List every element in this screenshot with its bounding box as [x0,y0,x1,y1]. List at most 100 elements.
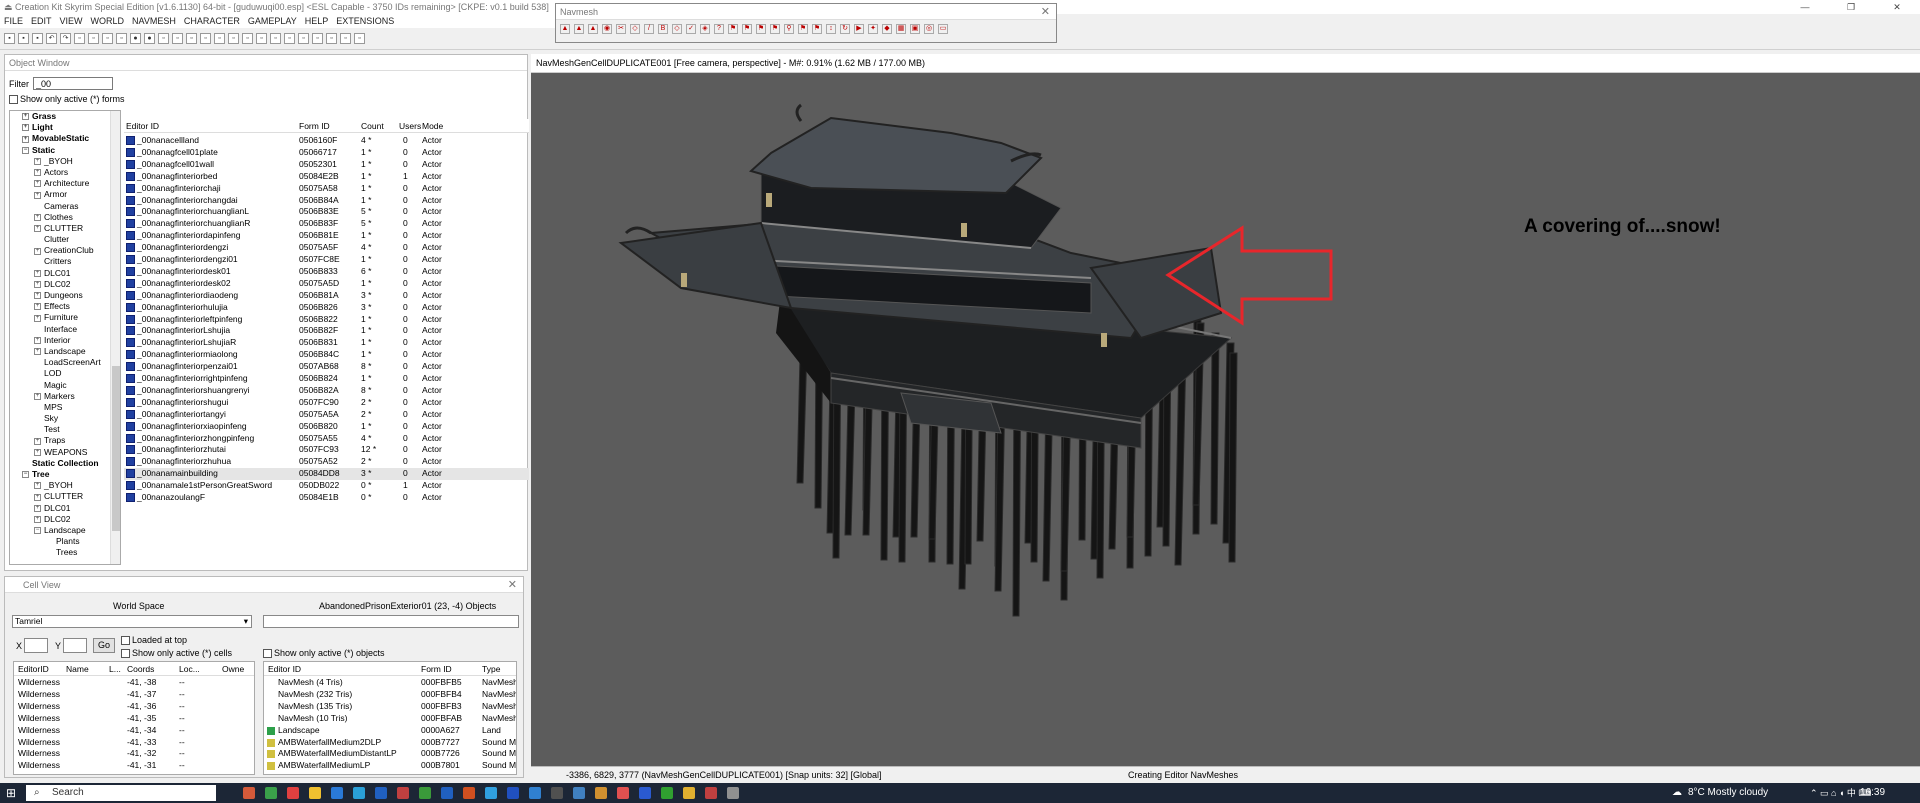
taskbar-app-icon[interactable] [353,787,365,799]
navmesh-cut-icon[interactable]: ✂ [616,24,626,34]
table-row[interactable]: _00nanagfinteriorLshujia 0506B82F 1 * 0 Acto… [124,325,529,337]
snap-ref-icon[interactable]: ▫ [270,33,281,44]
navmesh-flag-icon[interactable]: ⚑ [742,24,752,34]
tree-item[interactable]: + Dungeons [10,290,120,301]
object-window-icon[interactable]: ▫ [102,33,113,44]
show-active-forms-checkbox[interactable]: Show only active (*) forms [9,94,125,105]
col-editor-id[interactable]: Editor ID [268,662,301,676]
menu-view[interactable]: VIEW [60,14,83,28]
table-row[interactable]: _00nanagfcell01plate 05066717 1 * 0 Actor [124,147,529,159]
col-loc[interactable]: Loc... [179,662,200,676]
table-row[interactable]: _00nanagfinteriorLshujiaR 0506B831 1 * 0 Act… [124,337,529,349]
tree-item[interactable]: − Landscape [10,525,120,536]
menu-edit[interactable]: EDIT [31,14,52,28]
tree-item[interactable]: Interface [10,324,120,335]
table-row[interactable]: _00nanagfcell01wall 05052301 1 * 0 Actor [124,159,529,171]
table-row[interactable]: _00nanagfinteriorzhuhua 05075A52 2 * 0 Actor [124,456,529,468]
stop-icon[interactable]: ▫ [326,33,337,44]
table-row[interactable]: _00nanagfinteriorxiaopinfeng 0506B820 1 * 0… [124,421,529,433]
snap-angle-icon[interactable]: ▫ [256,33,267,44]
go-button[interactable]: Go [93,638,115,653]
taskbar-app-icon[interactable] [375,787,387,799]
taskbar-app-icon[interactable] [529,787,541,799]
tree-item[interactable]: + DLC01 [10,503,120,514]
cell-view-close-button[interactable]: ✕ [508,577,517,593]
collapse-icon[interactable]: − [22,146,29,154]
navmesh-find-icon[interactable]: ◇ [672,24,682,34]
play-icon[interactable]: ▫ [298,33,309,44]
weather-icon[interactable]: ☁ [1672,783,1682,803]
table-row[interactable]: _00nanagfinteriorzhongpinfeng 05075A55 4 *… [124,433,529,445]
cell-row[interactable]: Wilderness -41, -37 -- [14,689,254,701]
tree-item[interactable]: Critters [10,256,120,267]
tree-item[interactable]: + Landscape [10,346,120,357]
col-form-id[interactable]: Form ID [421,662,452,676]
comment-icon[interactable]: ▫ [228,33,239,44]
cell-row[interactable]: Wilderness -41, -38 -- [14,677,254,689]
expand-icon[interactable]: + [22,124,29,132]
navmesh-cover-icon[interactable]: ◈ [700,24,710,34]
navmesh-grid-icon[interactable]: ▦ [896,24,906,34]
taskbar-search[interactable]: ⌕ Search [26,785,216,801]
cell-object-row[interactable]: NavMesh (10 Tris) 000FBFAB NavMesh [264,713,516,725]
cell-row[interactable]: Wilderness -41, -35 -- [14,713,254,725]
tree-item[interactable]: Static Collection [10,458,120,469]
expand-icon[interactable]: + [34,169,41,177]
tree-item[interactable]: + Markers [10,391,120,402]
table-row[interactable]: _00nanagfinteriortangyi 05075A5A 2 * 0 Actor [124,409,529,421]
cell-row[interactable]: Wilderness -41, -34 -- [14,725,254,737]
expand-icon[interactable]: + [34,303,41,311]
col-form-id[interactable]: Form ID [299,119,330,133]
expand-icon[interactable]: + [34,191,41,199]
menu-character[interactable]: CHARACTER [184,14,240,28]
tree-item[interactable]: + Clothes [10,212,120,223]
tree-item[interactable]: + Grass [10,111,120,122]
taskbar-app-icon[interactable] [463,787,475,799]
expand-icon[interactable]: + [34,225,41,233]
expand-icon[interactable]: + [22,135,29,143]
taskbar-app-icon[interactable] [265,787,277,799]
expand-icon[interactable]: + [34,493,41,501]
navmesh-icon[interactable]: ▫ [116,33,127,44]
expand-icon[interactable]: + [34,448,41,456]
cell-object-row[interactable]: AMBWaterfallMediumLP 000B7801 Sound Mar [264,760,516,772]
taskbar-app-icon[interactable] [617,787,629,799]
col-l[interactable]: L... [109,662,121,676]
loaded-at-top-checkbox[interactable]: Loaded at top [121,635,187,646]
navmesh-flag-icon[interactable]: ⚑ [770,24,780,34]
tree-item[interactable]: LOD [10,368,120,379]
tree-item[interactable]: + CLUTTER [10,491,120,502]
taskbar-app-icon[interactable] [573,787,585,799]
render-window-icon[interactable]: ▫ [74,33,85,44]
expand-icon[interactable]: + [22,113,29,121]
y-input[interactable] [63,638,87,653]
navmesh-close-button[interactable]: ✕ [1041,4,1050,20]
link-icon[interactable]: ▫ [200,33,211,44]
tree-item[interactable]: + Furniture [10,312,120,323]
navmesh-star-icon[interactable]: ✦ [868,24,878,34]
tree-item[interactable]: + Architecture [10,178,120,189]
tree-item[interactable]: + DLC01 [10,268,120,279]
navmesh-flag-icon[interactable]: ⚑ [756,24,766,34]
tree-item[interactable]: + _BYOH [10,156,120,167]
taskbar-app-icon[interactable] [419,787,431,799]
undo-icon[interactable]: ↶ [46,33,57,44]
table-row[interactable]: _00nanagfinteriorshugui 0507FC90 2 * 0 Actor [124,397,529,409]
cell-view-icon[interactable]: ▫ [88,33,99,44]
menu-extensions[interactable]: EXTENSIONS [336,14,394,28]
table-row[interactable]: _00nanamale1stPersonGreatSword 050DB022 0 … [124,480,529,492]
redo-icon[interactable]: ↷ [60,33,71,44]
taskbar-app-icon[interactable] [309,787,321,799]
show-active-cells-checkbox[interactable]: Show only active (*) cells [121,648,232,659]
table-row[interactable]: _00nanagfinteriordesk01 0506B833 6 * 0 Actor [124,266,529,278]
clock[interactable]: 16:39 [1860,783,1885,803]
navmesh-line-icon[interactable]: / [644,24,654,34]
table-row[interactable]: _00nanamainbuilding 05084DD8 3 * 0 Actor [124,468,529,481]
table-row[interactable]: _00nanagfinteriorshuangrenyi 0506B82A 8 * 0… [124,385,529,397]
menu-navmesh[interactable]: NAVMESH [132,14,176,28]
navmesh-layers-icon[interactable]: ▣ [910,24,920,34]
taskbar-app-icon[interactable] [397,787,409,799]
save-icon[interactable]: ▪ [18,33,29,44]
expand-icon[interactable]: + [34,516,41,523]
taskbar-app-icon[interactable] [705,787,717,799]
